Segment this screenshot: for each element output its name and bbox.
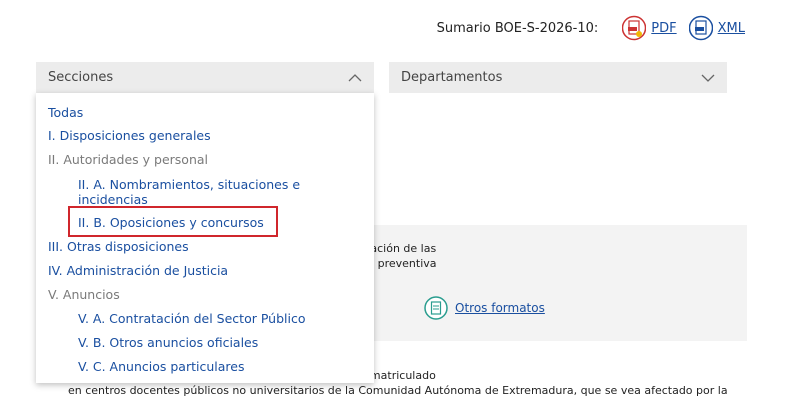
option-seccion-2-header: II. Autoridades y personal — [48, 152, 209, 167]
entry-2-line-2: en centros docentes públicos no universi… — [68, 384, 728, 397]
option-seccion-2a[interactable]: II. A. Nombramientos, situaciones e inci… — [78, 177, 328, 207]
boe-summary: Sumario BOE-S-2026-10: PDF XML — [437, 15, 745, 41]
departamentos-select[interactable]: Departamentos — [389, 62, 727, 93]
xml-link[interactable]: XML — [718, 21, 745, 36]
secciones-select-label: Secciones — [48, 70, 114, 85]
option-seccion-5-header: V. Anuncios — [48, 287, 120, 302]
xml-file-icon — [688, 15, 713, 41]
otros-formatos[interactable]: Otros formatos — [424, 296, 545, 320]
secciones-select[interactable]: Secciones — [36, 62, 374, 93]
option-seccion-5b[interactable]: V. B. Otros anuncios oficiales — [78, 335, 258, 350]
option-seccion-5a[interactable]: V. A. Contratación del Sector Público — [78, 311, 305, 326]
departamentos-select-label: Departamentos — [401, 70, 503, 85]
document-icon — [424, 296, 448, 320]
pdf-link[interactable]: PDF — [651, 21, 676, 36]
option-seccion-3[interactable]: III. Otras disposiciones — [48, 239, 189, 254]
secciones-dropdown: Todas I. Disposiciones generales II. Aut… — [36, 93, 374, 383]
option-seccion-5c[interactable]: V. C. Anuncios particulares — [78, 359, 244, 374]
chevron-up-icon — [348, 73, 362, 81]
option-todas[interactable]: Todas — [48, 105, 83, 120]
summary-label: Sumario BOE-S-2026-10: — [436, 20, 599, 36]
option-seccion-1[interactable]: I. Disposiciones generales — [48, 128, 211, 143]
xml-download[interactable]: XML — [688, 15, 745, 41]
pdf-download[interactable]: PDF — [622, 15, 677, 41]
chevron-down-icon — [701, 74, 715, 82]
otros-formatos-link[interactable]: Otros formatos — [455, 301, 545, 315]
option-seccion-4[interactable]: IV. Administración de Justicia — [48, 263, 228, 278]
pdf-file-icon — [622, 15, 647, 41]
option-seccion-2b[interactable]: II. B. Oposiciones y concursos — [78, 215, 264, 230]
